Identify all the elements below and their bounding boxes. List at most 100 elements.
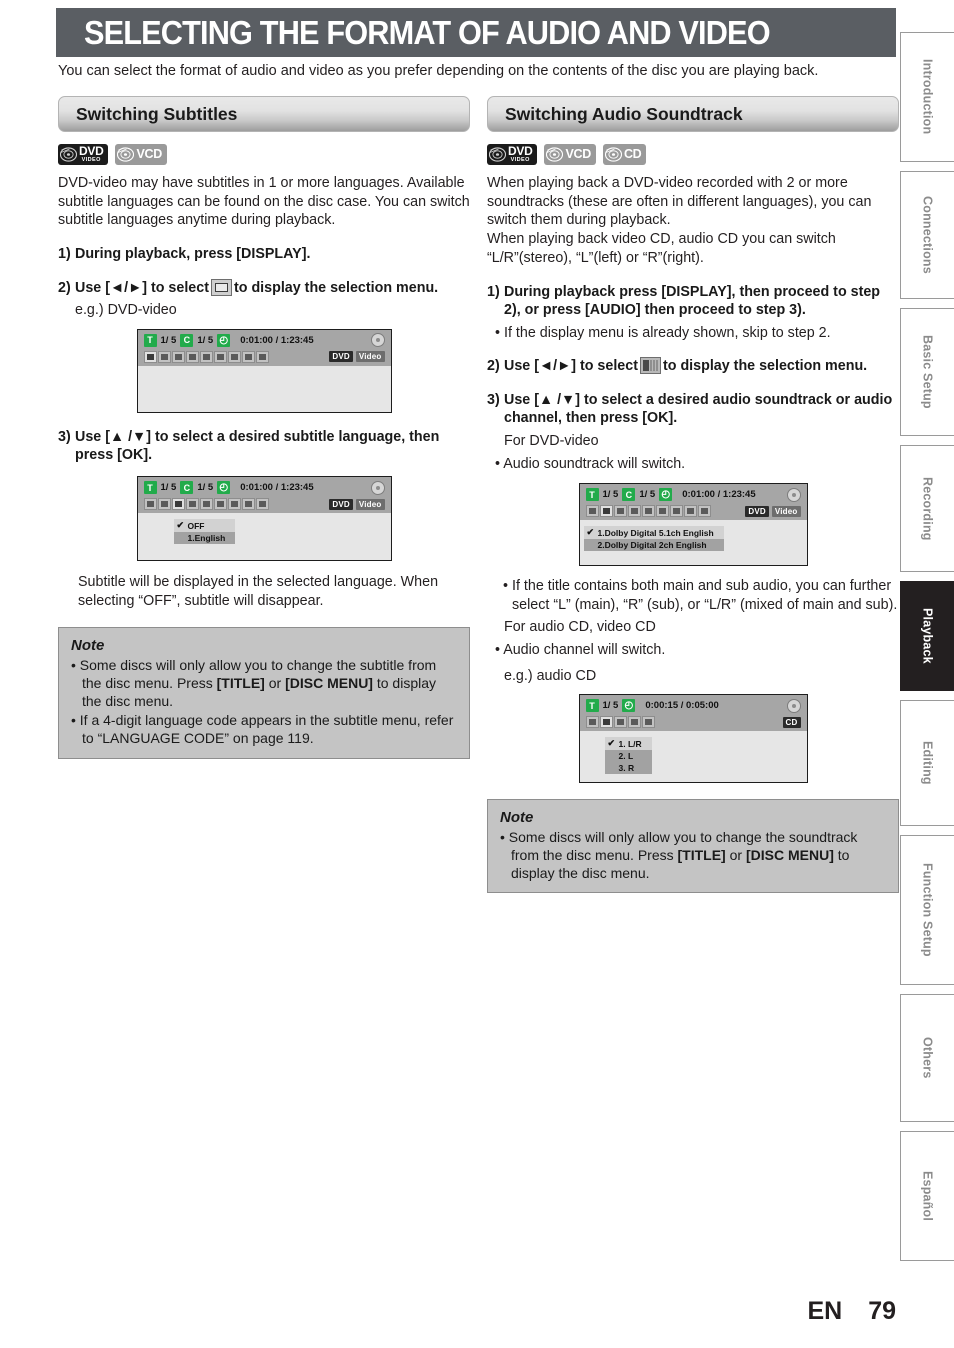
step-text: Use [▲ /▼] to select a desired subtitle … [75,428,440,464]
osd-screen-dvd-audio: T 1/ 5 C 1/ 5 ◴ 0:01:00 / 1:23:45 DVD Vi… [578,483,808,567]
page-footer: EN 79 [807,1297,896,1326]
disc-icon [604,146,622,162]
disc-icon [60,146,77,162]
time-value: 0:01:00 / 1:23:45 [682,489,756,501]
menu-item[interactable]: 2.Dolby Digital 2ch English [584,539,724,551]
search-icon [641,716,655,729]
osd-status-bar: T 1/ 5 ◴ 0:00:15 / 0:05:00 CD [579,695,807,732]
note-item: • Some discs will only allow you to chan… [71,657,437,709]
step-text-a: Use [◄/►] to select [504,358,638,375]
title-value: 1/ 5 [160,334,177,346]
dvd-badge-main: DVD [508,143,533,158]
angle-icon [143,498,157,511]
audio-icon [157,350,171,363]
angle-icon [143,350,157,363]
osd-status-bar: T 1/ 5 C 1/ 5 ◴ 0:01:00 / 1:23:45 DVD Vi… [579,484,807,521]
search-icon [697,505,711,518]
step-number: 1) [58,246,71,263]
clock-chip: ◴ [217,481,231,495]
right-step-1: 1) During playback press [DISPLAY], then… [487,283,899,320]
right-step-3: 3) Use [▲ /▼] to select a desired audio … [487,391,899,428]
sidebar-tab-introduction[interactable]: Introduction [900,32,954,162]
clock-chip: ◴ [622,699,636,713]
repeat-icon [199,498,213,511]
menu-item-label: 1.Dolby Digital 5.1ch English [597,527,714,538]
spinning-disc-icon [370,480,385,495]
note-box-left: Note • Some discs will only allow you to… [58,627,470,759]
left-step-3: 3) Use [▲ /▼] to select a desired subtit… [58,428,470,465]
osd-audio-menu: ✔ 1.Dolby Digital 5.1ch English 2.Dolby … [580,520,807,552]
tab-label: Editing [920,741,935,785]
left-after-text: Subtitle will be displayed in the select… [78,574,439,610]
bullet-main-sub-audio: • If the title contains both main and su… [503,578,898,613]
menu-item[interactable]: 3. R [605,762,652,774]
search-icon [255,498,269,511]
footer-language: EN [807,1297,843,1325]
marker-icon [241,350,255,363]
osd-tag-format: Video [355,351,385,363]
page-intro: You can select the format of audio and v… [58,63,819,79]
dvd-badge-sub: VIDEO [81,156,101,163]
left-column: Switching Subtitles DVD VIDEO VCD DVD-vi… [58,96,470,759]
note-box-right: Note • Some discs will only allow you to… [487,799,899,894]
dvd-video-badge: DVD VIDEO [487,143,538,165]
left-step-2: 2) Use [◄/►] to select to display the sel… [58,278,470,298]
step-number: 3) [487,391,500,408]
sidebar-tab-playback[interactable]: Playback [900,581,954,691]
sidebar-tab-others[interactable]: Others [900,994,954,1122]
page-title-banner: SELECTING THE FORMAT OF AUDIO AND VIDEO [56,8,896,57]
menu-item[interactable]: ✔ 1. L/R [604,737,652,751]
osd-status-bar: T 1/ 5 C 1/ 5 ◴ 0:01:00 / 1:23:45 DVD Vi… [137,329,391,366]
bookmark-icon [627,505,641,518]
search-icon [255,350,269,363]
osd-video-area [580,551,807,565]
noise-reduction-icon [669,505,683,518]
sidebar-tab-editing[interactable]: Editing [900,700,954,826]
vcd-badge: VCD [544,143,596,165]
repeat-icon [199,350,213,363]
osd-tag-disc: DVD [745,505,769,517]
osd-screen-subtitle: T 1/ 5 C 1/ 5 ◴ 0:01:00 / 1:23:45 DVD Vi… [136,476,392,562]
osd-format-tags: DVD Video [329,498,385,510]
menu-list: ✔ 1.Dolby Digital 5.1ch English 2.Dolby … [583,526,724,552]
section-title-left: Switching Subtitles [76,103,238,124]
check-icon: ✔ [176,520,185,531]
osd-screen-dvd-plain-wrap: T 1/ 5 C 1/ 5 ◴ 0:01:00 / 1:23:45 DVD Vi… [58,328,470,413]
sidebar-tab-basic-setup[interactable]: Basic Setup [900,308,954,436]
dvd-badge-main: DVD [79,143,104,158]
zoom-icon [655,505,669,518]
spinning-disc-icon [370,333,385,348]
note-title: Note [500,809,534,827]
vcd-badge: VCD [115,143,167,165]
title-chip: T [143,333,157,347]
menu-item[interactable]: ✔ OFF [173,519,236,533]
bookmark-icon [185,350,199,363]
page-title: SELECTING THE FORMAT OF AUDIO AND VIDEO [84,13,771,51]
sidebar-tab-connections[interactable]: Connections [900,171,954,299]
marker-icon [683,505,697,518]
note-item: • Some discs will only allow you to chan… [500,829,858,881]
chapter-chip: C [180,333,194,347]
sidebar-tab-function-setup[interactable]: Function Setup [900,835,954,985]
menu-item[interactable]: 2. L [605,750,652,762]
chapter-value: 1/ 5 [197,334,214,346]
tab-label: Basic Setup [920,335,935,409]
tab-label: Introduction [920,59,935,135]
cd-badge-main: CD [623,146,642,161]
osd-screen-audio-cd: T 1/ 5 ◴ 0:00:15 / 0:05:00 CD ✔ 1. L/R 2… [578,694,808,784]
menu-item[interactable]: ✔ 1.Dolby Digital 5.1ch English [583,526,724,540]
chapter-chip: C [180,481,194,495]
example-audio-cd-label: e.g.) audio CD [504,667,597,684]
left-intro-text: DVD-video may have subtitles in 1 or mor… [58,175,470,229]
cd-badge: CD [602,143,647,165]
menu-item[interactable]: 1.English [174,532,236,544]
sidebar-tab-espanol[interactable]: Español [900,1131,954,1261]
osd-screen-subtitle-wrap: T 1/ 5 C 1/ 5 ◴ 0:01:00 / 1:23:45 DVD Vi… [58,476,470,562]
noise-reduction-icon [227,350,241,363]
sidebar-tab-recording[interactable]: Recording [900,445,954,572]
note-item: • If a 4-digit language code appears in … [71,712,454,747]
osd-icon-row: DVD Video [143,350,385,364]
noise-reduction-icon [227,498,241,511]
chapter-value: 1/ 5 [197,482,214,494]
osd-format-tags: DVD Video [329,351,385,363]
